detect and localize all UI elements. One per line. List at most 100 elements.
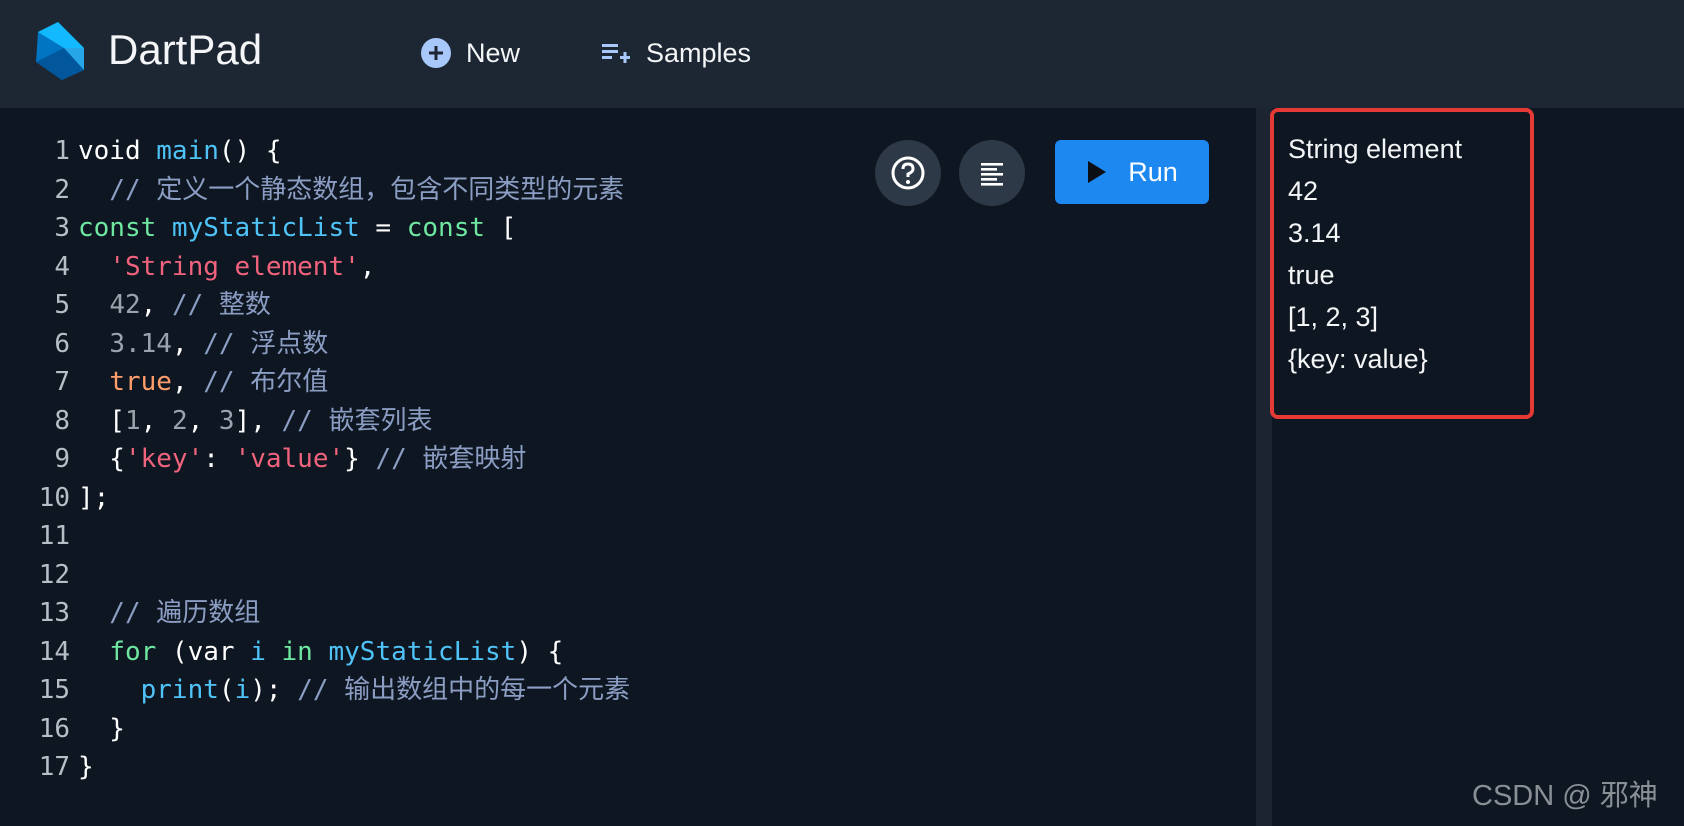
- line-number: 16: [38, 713, 70, 744]
- top-bar: DartPad New Samples: [0, 0, 1684, 108]
- code-line: }: [78, 748, 1238, 787]
- code-token: () {: [218, 136, 282, 166]
- run-button-label: Run: [1128, 156, 1178, 187]
- code-token: =: [359, 213, 407, 243]
- code-token: main: [156, 136, 219, 166]
- code-token: // 遍历数组: [78, 598, 261, 628]
- code-line: for (var i in myStaticList) {: [78, 633, 1238, 672]
- code-token: :: [203, 444, 235, 474]
- line-number-gutter: 1 2 3 4 5 6 7 8 9 10 11 12 13 14 15 16 17: [0, 132, 70, 787]
- code-line: 42, // 整数: [78, 286, 1238, 325]
- code-token: myStaticList: [171, 213, 360, 243]
- code-token: 3.14: [109, 328, 172, 359]
- line-number: 6: [54, 328, 70, 359]
- code-area[interactable]: void main() { // 定义一个静态数组，包含不同类型的元素 const…: [78, 132, 1238, 787]
- code-editor[interactable]: 1 2 3 4 5 6 7 8 9 10 11 12 13 14 15 16 17 void main() { …: [0, 108, 1256, 826]
- code-token: i: [250, 636, 266, 667]
- code-token: );: [250, 675, 298, 705]
- code-token: }: [78, 713, 125, 744]
- code-token: // 输出数组中的每一个元素: [297, 675, 631, 705]
- dartpad-app: DartPad New Samples 1 2 3 4 5 6 7 8 9 10 11 12 13 14 1…: [0, 0, 1684, 826]
- code-token: ,: [140, 290, 172, 320]
- code-token: void: [78, 136, 157, 166]
- code-token: 1: [124, 405, 141, 436]
- line-number: 10: [38, 482, 70, 513]
- code-token: // 嵌套列表: [281, 405, 433, 436]
- code-token: (: [218, 675, 235, 705]
- code-token: ,: [140, 405, 172, 436]
- code-token: 'String element': [109, 251, 360, 282]
- code-token: 42: [109, 290, 141, 320]
- line-number: 13: [38, 598, 70, 628]
- code-line: {'key': 'value'} // 嵌套映射: [78, 440, 1238, 479]
- code-line: print(i); // 输出数组中的每一个元素: [78, 671, 1238, 710]
- run-button[interactable]: Run: [1055, 140, 1209, 204]
- code-token: for: [109, 636, 157, 667]
- code-token: 'key': [124, 444, 204, 474]
- code-token: ) {: [516, 636, 564, 667]
- code-token: in: [265, 636, 329, 667]
- code-token: [: [485, 213, 517, 243]
- code-token: myStaticList: [328, 636, 517, 667]
- help-button[interactable]: [875, 140, 941, 206]
- new-button-label: New: [466, 37, 521, 68]
- line-number: 4: [54, 251, 70, 282]
- samples-button[interactable]: Samples: [600, 30, 751, 76]
- code-token: // 嵌套映射: [375, 444, 527, 474]
- code-token: [: [78, 405, 125, 436]
- code-token: // 布尔值: [203, 367, 329, 397]
- add-circle-icon: [421, 38, 451, 68]
- line-number: 9: [54, 444, 70, 474]
- code-line: }: [78, 710, 1238, 749]
- code-token: (var: [156, 636, 251, 667]
- code-token: 3: [218, 405, 235, 436]
- help-icon: [891, 156, 925, 190]
- code-line: ];: [78, 479, 1238, 518]
- new-button[interactable]: New: [420, 30, 520, 76]
- line-number: 8: [54, 405, 70, 436]
- code-token: }: [344, 444, 376, 474]
- code-token: ,: [171, 328, 204, 359]
- code-token: }: [78, 752, 94, 782]
- code-token: print: [140, 675, 219, 705]
- playlist-add-icon: [602, 44, 630, 63]
- code-token: // 定义一个静态数组，包含不同类型的元素: [78, 174, 625, 205]
- format-button[interactable]: [959, 140, 1025, 206]
- code-token: ,: [171, 367, 204, 397]
- line-number: 14: [38, 636, 70, 667]
- code-token: const: [406, 213, 486, 243]
- line-number: 3: [54, 213, 70, 243]
- code-token: const: [78, 213, 172, 243]
- line-number: 5: [54, 290, 70, 320]
- dart-logo-icon: [36, 22, 84, 80]
- play-icon: [1088, 161, 1107, 183]
- code-line: [1, 2, 3], // 嵌套列表: [78, 402, 1238, 441]
- line-number: 17: [38, 752, 70, 782]
- code-token: {: [78, 444, 125, 474]
- code-line: 3.14, // 浮点数: [78, 325, 1238, 364]
- code-line: // 遍历数组: [78, 594, 1238, 633]
- code-token: ],: [234, 405, 282, 436]
- code-token: 2: [171, 405, 188, 436]
- app-title: DartPad: [108, 26, 263, 73]
- line-number: 11: [38, 521, 70, 551]
- code-line: 'String element',: [78, 248, 1238, 287]
- code-token: // 整数: [171, 290, 271, 320]
- code-token: // 浮点数: [203, 328, 329, 359]
- highlight-box: [1270, 108, 1534, 419]
- code-token: ,: [359, 251, 376, 282]
- line-number: 1: [54, 136, 70, 166]
- code-line: true, // 布尔值: [78, 363, 1238, 402]
- samples-button-label: Samples: [646, 37, 752, 68]
- code-token: ,: [187, 405, 219, 436]
- code-token: ];: [78, 482, 110, 513]
- line-number: 12: [38, 559, 70, 590]
- code-token: true: [109, 367, 172, 397]
- code-line: const myStaticList = const [: [78, 209, 1238, 248]
